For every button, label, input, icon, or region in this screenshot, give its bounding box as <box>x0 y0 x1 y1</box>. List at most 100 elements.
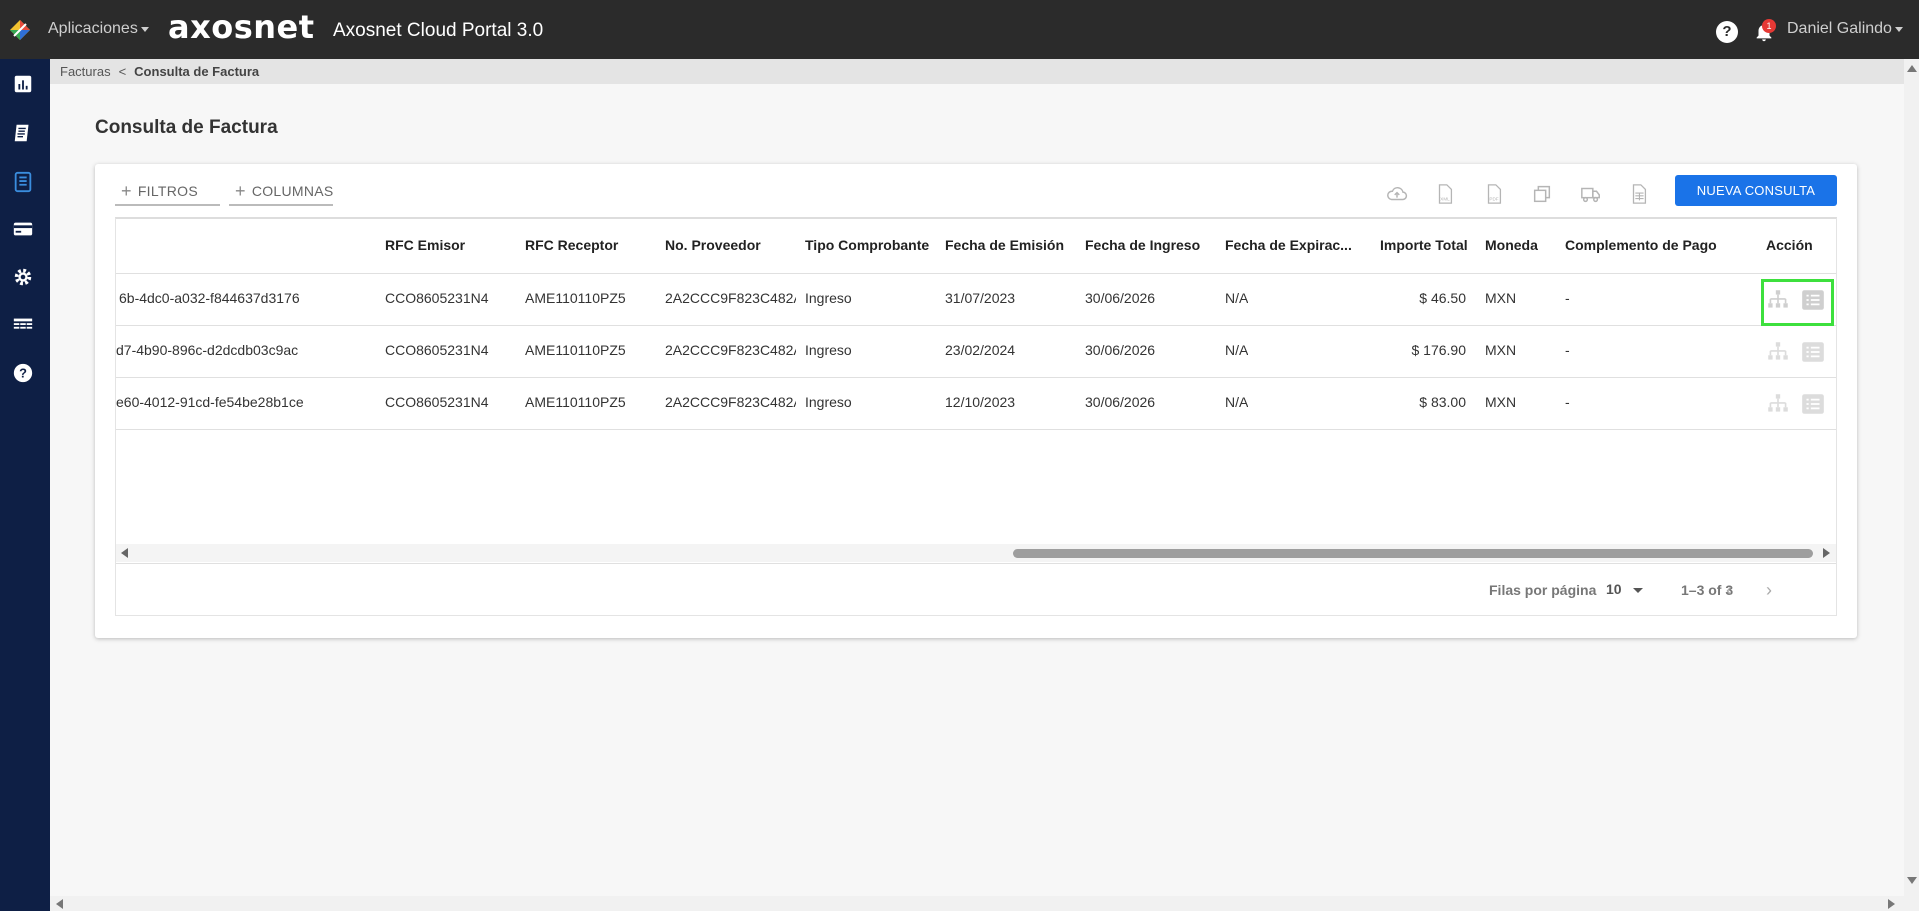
table-header: RFC Emisor RFC Receptor No. Proveedor Ti… <box>116 219 1836 274</box>
app-title: Axosnet Cloud Portal 3.0 <box>333 20 544 41</box>
table-row[interactable]: 6b-4dc0-a032-f844637d3176 CCO8605231N4 A… <box>116 274 1836 326</box>
page-horizontal-scrollbar[interactable] <box>50 896 1904 911</box>
cell-fecha-ingreso: 30/06/2026 <box>1085 394 1156 410</box>
cell-fecha-expiracion: N/A <box>1225 394 1249 410</box>
cell-rfc-receptor: AME110110PZ5 <box>525 394 626 410</box>
col-fecha-emision[interactable]: Fecha de Emisión <box>945 237 1064 253</box>
cell-proveedor: 2A2CCC9F823C482A <box>665 342 796 358</box>
scroll-down-icon[interactable] <box>1907 877 1917 884</box>
rows-per-page-caret-icon[interactable] <box>1633 588 1643 593</box>
user-menu[interactable]: Daniel Galindo <box>1787 20 1892 38</box>
list-detail-icon[interactable] <box>1800 287 1826 313</box>
cell-rfc-emisor: CCO8605231N4 <box>385 394 489 410</box>
user-caret-icon[interactable] <box>1895 27 1903 32</box>
cell-importe: $ 46.50 <box>1419 290 1466 306</box>
cell-complemento: - <box>1565 290 1570 306</box>
col-rfc-receptor[interactable]: RFC Receptor <box>525 237 618 253</box>
cloud-upload-icon[interactable] <box>1385 182 1409 206</box>
col-accion: Acción <box>1766 237 1813 253</box>
cell-fecha-ingreso: 30/06/2026 <box>1085 290 1156 306</box>
help-circle-icon[interactable]: ? <box>11 361 35 385</box>
svg-text:XML: XML <box>1440 196 1450 201</box>
chart-icon[interactable] <box>11 72 35 96</box>
table-row[interactable]: d7-4b90-896c-d2dcdb03c9ac CCO8605231N4 A… <box>116 326 1836 378</box>
help-icon[interactable]: ? <box>1716 21 1738 43</box>
rows-per-page-select[interactable]: 10 <box>1606 581 1622 597</box>
truck-icon[interactable] <box>1579 182 1603 206</box>
col-rfc-emisor[interactable]: RFC Emisor <box>385 237 465 253</box>
cell-complemento: - <box>1565 394 1570 410</box>
page-vertical-scrollbar[interactable] <box>1904 59 1919 911</box>
cell-tipo: Ingreso <box>805 290 852 306</box>
cell-importe: $ 83.00 <box>1419 394 1466 410</box>
cell-fecha-emision: 12/10/2023 <box>945 394 1016 410</box>
gear-icon[interactable] <box>11 265 35 289</box>
list-detail-icon[interactable] <box>1800 391 1826 417</box>
svg-text:PDF: PDF <box>1489 196 1498 201</box>
document-icon[interactable] <box>11 170 35 194</box>
col-importe-total[interactable]: Importe Total <box>1380 237 1468 253</box>
plus-icon: + <box>235 181 246 201</box>
rows-per-page-label: Filas por página <box>1489 582 1597 598</box>
notification-badge: 1 <box>1762 19 1776 33</box>
credit-card-icon[interactable] <box>11 217 35 241</box>
cell-fecha-ingreso: 30/06/2026 <box>1085 342 1156 358</box>
columns-button[interactable]: + COLUMNAS <box>229 178 333 206</box>
xml-file-icon[interactable]: XML <box>1433 182 1457 206</box>
col-moneda[interactable]: Moneda <box>1485 237 1538 253</box>
cell-fecha-expiracion: N/A <box>1225 342 1249 358</box>
scroll-left-icon[interactable] <box>56 899 63 909</box>
brand-logo[interactable]: axosnet <box>168 8 315 46</box>
next-page-icon[interactable]: › <box>1766 580 1780 601</box>
col-complemento-pago[interactable]: Complemento de Pago <box>1565 237 1717 253</box>
col-fecha-ingreso[interactable]: Fecha de Ingreso <box>1085 237 1200 253</box>
sitemap-icon[interactable] <box>1765 287 1791 313</box>
pagination: Filas por página 10 1–3 of 3 ‹ › <box>116 563 1836 615</box>
cell-rfc-receptor: AME110110PZ5 <box>525 342 626 358</box>
cell-uuid: d7-4b90-896c-d2dcdb03c9ac <box>116 342 299 358</box>
cell-uuid: e60-4012-91cd-fe54be28b1ce <box>116 394 304 410</box>
sidebar: ? <box>0 59 50 911</box>
scrollbar-thumb[interactable] <box>1013 549 1813 558</box>
scroll-up-icon[interactable] <box>1907 65 1917 72</box>
prev-page-icon[interactable]: ‹ <box>1726 580 1740 601</box>
cell-moneda: MXN <box>1485 290 1517 306</box>
cell-complemento: - <box>1565 342 1570 358</box>
cell-tipo: Ingreso <box>805 394 852 410</box>
apps-logo-icon[interactable] <box>8 18 32 42</box>
invoice-icon[interactable] <box>11 121 35 145</box>
col-fecha-expiracion[interactable]: Fecha de Expirac... <box>1225 237 1352 253</box>
table-icon[interactable] <box>11 313 35 337</box>
cell-fecha-emision: 31/07/2023 <box>945 290 1016 306</box>
scroll-right-icon[interactable] <box>1823 548 1830 558</box>
svg-text:?: ? <box>19 366 27 381</box>
col-tipo-comprobante[interactable]: Tipo Comprobante <box>805 237 929 253</box>
spreadsheet-icon[interactable] <box>1627 182 1651 206</box>
invoice-table: RFC Emisor RFC Receptor No. Proveedor Ti… <box>115 217 1837 616</box>
table-row[interactable]: e60-4012-91cd-fe54be28b1ce CCO8605231N4 … <box>116 378 1836 430</box>
cell-uuid: 6b-4dc0-a032-f844637d3176 <box>119 290 300 306</box>
table-horizontal-scrollbar[interactable] <box>116 544 1836 562</box>
scroll-left-icon[interactable] <box>121 548 128 558</box>
cell-tipo: Ingreso <box>805 342 852 358</box>
cell-fecha-expiracion: N/A <box>1225 290 1249 306</box>
cell-rfc-emisor: CCO8605231N4 <box>385 342 489 358</box>
new-query-button[interactable]: NUEVA CONSULTA <box>1675 175 1837 206</box>
copy-icon[interactable] <box>1530 182 1554 206</box>
sitemap-icon[interactable] <box>1765 339 1791 365</box>
apps-menu[interactable]: Aplicaciones <box>48 20 138 38</box>
cell-rfc-emisor: CCO8605231N4 <box>385 290 489 306</box>
breadcrumb: Facturas < Consulta de Factura <box>50 59 1904 84</box>
cell-fecha-emision: 23/02/2024 <box>945 342 1016 358</box>
cell-rfc-receptor: AME110110PZ5 <box>525 290 626 306</box>
scroll-right-icon[interactable] <box>1888 899 1895 909</box>
sitemap-icon[interactable] <box>1765 391 1791 417</box>
breadcrumb-parent-link[interactable]: Facturas <box>60 64 111 79</box>
col-proveedor[interactable]: No. Proveedor <box>665 237 761 253</box>
filters-button[interactable]: + FILTROS <box>115 178 220 206</box>
apps-caret-icon[interactable] <box>141 27 149 32</box>
pdf-file-icon[interactable]: PDF <box>1482 182 1506 206</box>
cell-moneda: MXN <box>1485 342 1517 358</box>
list-detail-icon[interactable] <box>1800 339 1826 365</box>
columns-label: COLUMNAS <box>251 183 334 199</box>
